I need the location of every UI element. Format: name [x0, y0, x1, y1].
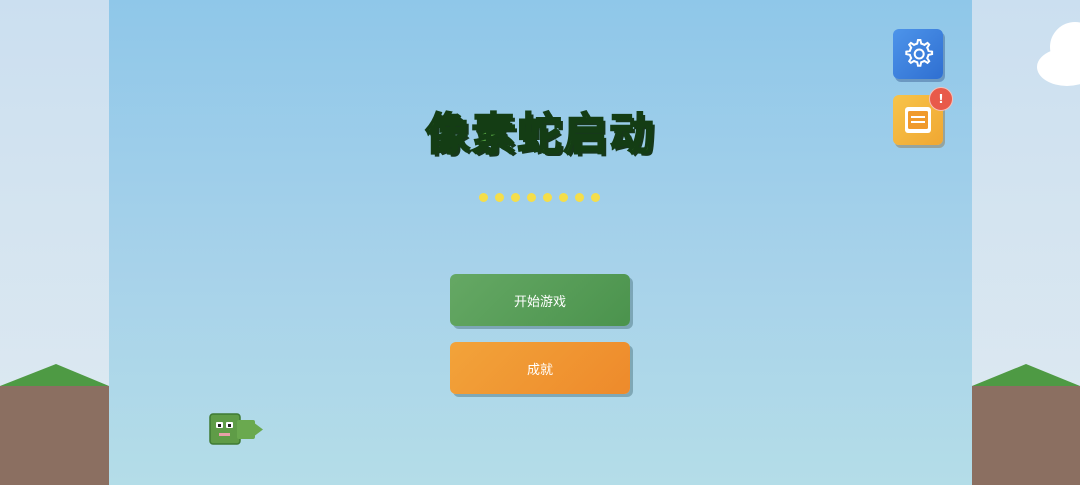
loading-dot	[479, 193, 488, 202]
right-backdrop	[972, 0, 1080, 485]
loading-dot	[591, 193, 600, 202]
loading-dot	[559, 193, 568, 202]
settings-button[interactable]	[893, 29, 943, 79]
notice-board-icon	[905, 107, 931, 133]
start-game-button[interactable]: 开始游戏	[450, 274, 630, 326]
start-game-label: 开始游戏	[513, 294, 566, 310]
gear-icon	[905, 39, 934, 67]
hill-right	[972, 364, 1080, 485]
notification-badge: !	[929, 87, 953, 111]
loading-dot	[495, 193, 504, 202]
game-title: 像素蛇启动	[425, 108, 656, 161]
achievements-button[interactable]: 成就	[450, 342, 630, 394]
loading-dot	[575, 193, 584, 202]
loading-dot	[527, 193, 536, 202]
loading-dots	[479, 193, 600, 202]
left-backdrop	[0, 0, 109, 485]
loading-dot	[511, 193, 520, 202]
snake-sprite	[209, 413, 263, 445]
loading-dot	[543, 193, 552, 202]
game-stage: 像素蛇启动 开始游戏 成就 !	[109, 0, 972, 485]
hill-left	[0, 364, 109, 485]
achievements-label: 成就	[526, 362, 553, 378]
